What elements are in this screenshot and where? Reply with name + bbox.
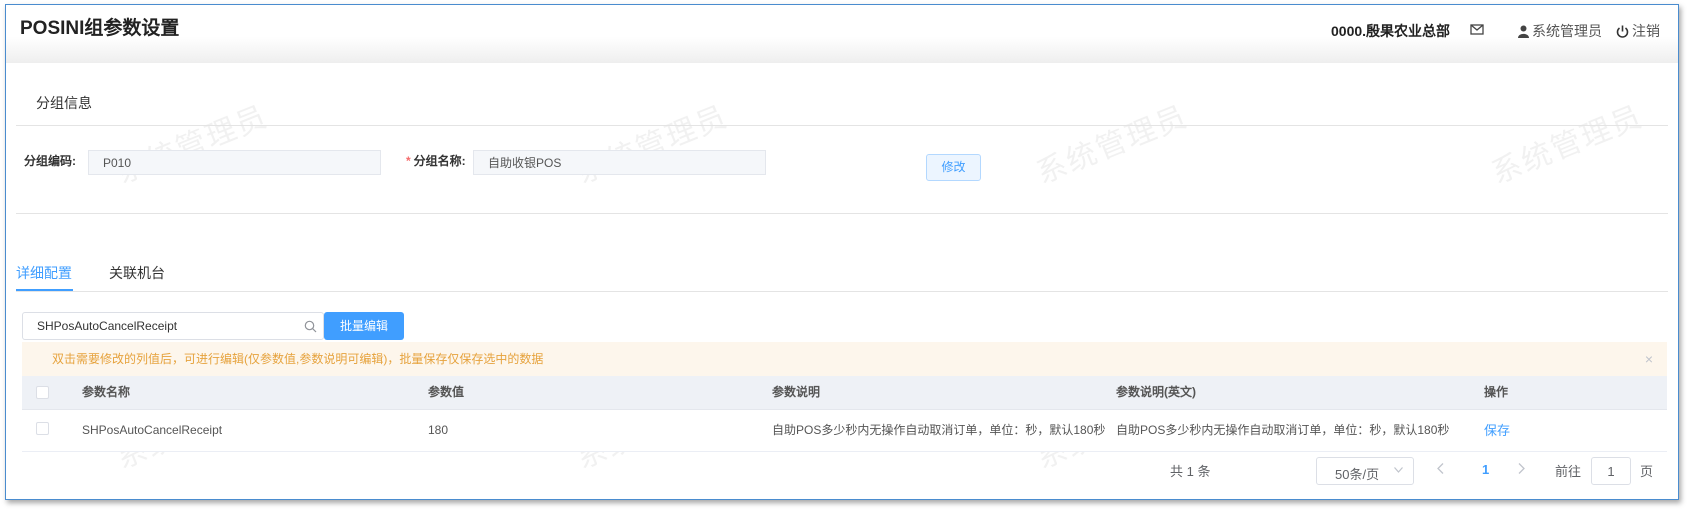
org-name[interactable]: 0000.殷果农业总部 [1331,21,1450,41]
user-icon [1518,25,1529,38]
page-title: POSINI组参数设置 [20,18,180,39]
page-size-value: 50条/页 [1335,467,1380,482]
next-page-icon[interactable] [1518,463,1525,474]
column-header-desc-en: 参数说明(英文) [1116,385,1196,399]
watermark: 系统管理员 [1031,99,1193,191]
batch-edit-button[interactable]: 批量编辑 [324,312,404,340]
watermark: 系统管理员 [571,99,733,191]
info-alert: 双击需要修改的列值后，可进行编辑(仅参数值,参数说明可编辑)，批量保存仅保存选中… [22,342,1667,376]
divider [16,213,1668,214]
pagination-total: 共 1 条 [1170,464,1211,479]
param-search-box [22,312,324,340]
param-value-cell[interactable]: 180 [428,410,448,451]
params-table: 参数名称 参数值 参数说明 参数说明(英文) 操作 SHPosAutoCance… [22,376,1667,452]
goto-page-input[interactable] [1591,457,1631,485]
tab-detail-config[interactable]: 详细配置 [16,263,72,283]
user-name: 系统管理员 [1532,23,1602,39]
logout-label: 注销 [1632,23,1660,39]
edit-button[interactable]: 修改 [926,154,981,181]
group-name-field[interactable] [473,150,766,175]
column-header-action: 操作 [1484,385,1509,399]
goto-label: 前往 [1555,464,1582,479]
search-icon[interactable] [304,320,317,333]
column-header-desc: 参数说明 [772,385,821,399]
group-name-label-text: 分组名称: [413,154,466,168]
alert-close-icon[interactable]: × [1645,342,1653,376]
divider [16,125,1668,126]
param-desc-cell[interactable]: 自助POS多少秒内无操作自动取消订单，单位：秒，默认180秒 [772,410,1105,451]
prev-page-icon[interactable] [1437,463,1444,474]
chevron-down-icon [1394,467,1403,473]
mail-icon[interactable] [1470,22,1484,36]
column-header-name: 参数名称 [82,385,131,399]
page-unit-label: 页 [1640,464,1654,479]
watermark: 系统管理员 [1486,99,1648,191]
column-header-value: 参数值 [428,385,465,399]
page-number-current[interactable]: 1 [1482,462,1489,477]
tabs-divider [16,291,1668,292]
param-desc-en-cell[interactable]: 自助POS多少秒内无操作自动取消订单，单位：秒，默认180秒 [1116,410,1449,451]
user-menu[interactable]: 系统管理员 [1518,21,1602,41]
tab-linked-terminals[interactable]: 关联机台 [109,263,165,283]
required-mark: * [406,154,411,168]
group-code-label: 分组编码: [24,154,76,168]
page-header: POSINI组参数设置 0000.殷果农业总部 系统管理员 注销 [6,5,1678,63]
param-name-cell[interactable]: SHPosAutoCancelReceipt [82,410,222,451]
group-name-label: * 分组名称: [406,152,466,169]
action-cell: 保存 [1484,410,1510,452]
row-checkbox[interactable] [36,422,49,435]
group-code-field[interactable] [88,150,381,175]
table-header: 参数名称 参数值 参数说明 参数说明(英文) 操作 [22,376,1667,410]
logout-button[interactable]: 注销 [1616,21,1660,41]
app-window: 系统管理员 系统管理员 系统管理员 系统管理员 系统管理员 系统管理员 系统管理… [5,4,1679,500]
page-size-select[interactable]: 50条/页 [1316,457,1414,485]
table-row[interactable]: SHPosAutoCancelReceipt 180 自助POS多少秒内无操作自… [22,410,1667,452]
select-all-checkbox[interactable] [36,386,49,399]
section-title-group-info: 分组信息 [36,95,92,111]
watermark: 系统管理员 [111,99,273,191]
alert-text: 双击需要修改的列值后，可进行编辑(仅参数值,参数说明可编辑)，批量保存仅保存选中… [52,352,544,366]
param-search-input[interactable] [23,313,297,339]
power-icon [1616,25,1629,38]
save-link[interactable]: 保存 [1484,423,1510,438]
